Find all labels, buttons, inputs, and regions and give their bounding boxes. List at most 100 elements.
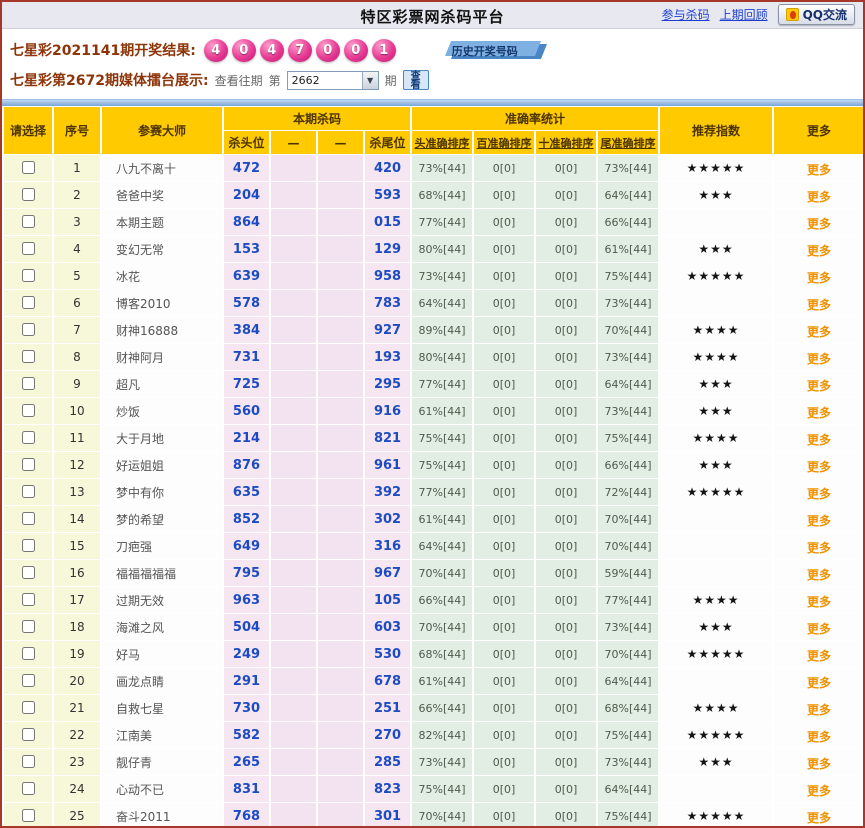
more-link[interactable]: 更多: [807, 514, 831, 528]
row-checkbox[interactable]: [21, 511, 35, 525]
kill-head-value: 504: [224, 614, 269, 640]
select-cell: [4, 290, 52, 316]
row-checkbox[interactable]: [21, 754, 35, 768]
view-past-label: 查看往期: [214, 73, 263, 88]
row-checkbox[interactable]: [21, 592, 35, 606]
tail-accuracy-value: 75%[44]: [598, 803, 659, 826]
hundred-accuracy-value: 0[0]: [474, 398, 535, 424]
view-button[interactable]: 查看: [402, 70, 429, 91]
more-link[interactable]: 更多: [807, 163, 831, 177]
row-number: 2: [54, 182, 100, 208]
more-link[interactable]: 更多: [807, 649, 831, 663]
more-link[interactable]: 更多: [807, 622, 831, 636]
more-cell: 更多: [774, 506, 863, 532]
select-cell: [4, 803, 52, 826]
kill-tail-value: 295: [365, 371, 411, 397]
join-killcode-link[interactable]: 参与杀码: [662, 6, 710, 23]
more-link[interactable]: 更多: [807, 757, 831, 771]
row-checkbox[interactable]: [21, 349, 35, 363]
more-link[interactable]: 更多: [807, 379, 831, 393]
sort-head-accuracy-link[interactable]: 头准确排序: [412, 131, 473, 154]
more-link[interactable]: 更多: [807, 433, 831, 447]
row-checkbox[interactable]: [21, 457, 35, 471]
more-link[interactable]: 更多: [807, 676, 831, 690]
row-checkbox[interactable]: [21, 808, 35, 822]
more-cell: 更多: [774, 182, 863, 208]
qq-chat-button[interactable]: QQ交流: [777, 4, 855, 25]
more-link[interactable]: 更多: [807, 217, 831, 231]
star-rating: [660, 290, 773, 316]
more-link[interactable]: 更多: [807, 352, 831, 366]
head-accuracy-value: 89%[44]: [412, 317, 473, 343]
table-row: 12 好运姐姐 876 961 75%[44] 0[0] 0[0] 66%[44…: [4, 452, 863, 478]
row-checkbox[interactable]: [21, 727, 35, 741]
table-row: 22 江南美 582 270 82%[44] 0[0] 0[0] 75%[44]…: [4, 722, 863, 748]
more-link[interactable]: 更多: [807, 460, 831, 474]
master-name: 好马: [102, 641, 222, 667]
more-link[interactable]: 更多: [807, 730, 831, 744]
more-link[interactable]: 更多: [807, 190, 831, 204]
more-link[interactable]: 更多: [807, 541, 831, 555]
sort-hundred-accuracy-link[interactable]: 百准确排序: [474, 131, 535, 154]
master-name: 心动不已: [102, 776, 222, 802]
more-link[interactable]: 更多: [807, 595, 831, 609]
row-checkbox[interactable]: [21, 241, 35, 255]
row-checkbox[interactable]: [21, 160, 35, 174]
hundred-accuracy-value: 0[0]: [474, 425, 535, 451]
draw-result-label: 七星彩2021141期开奖结果:: [10, 43, 196, 59]
row-checkbox[interactable]: [21, 187, 35, 201]
kill-head-value: 864: [224, 209, 269, 235]
row-checkbox[interactable]: [21, 295, 35, 309]
kill-head-value: 963: [224, 587, 269, 613]
period-select[interactable]: 2662 ▼: [286, 70, 379, 90]
row-checkbox[interactable]: [21, 214, 35, 228]
period-control-row: 七星彩第2672期媒体擂台展示: 查看往期 第 2662 ▼ 期 查看: [2, 67, 863, 99]
table-row: 14 梦的希望 852 302 61%[44] 0[0] 0[0] 70%[44…: [4, 506, 863, 532]
more-cell: 更多: [774, 641, 863, 667]
more-link[interactable]: 更多: [807, 244, 831, 258]
more-link[interactable]: 更多: [807, 568, 831, 582]
more-link[interactable]: 更多: [807, 703, 831, 717]
row-checkbox[interactable]: [21, 565, 35, 579]
row-checkbox[interactable]: [21, 781, 35, 795]
kill-head-value: 768: [224, 803, 269, 826]
row-checkbox[interactable]: [21, 376, 35, 390]
row-checkbox[interactable]: [21, 403, 35, 417]
star-rating: ★★★★★: [660, 641, 773, 667]
row-checkbox[interactable]: [21, 322, 35, 336]
star-rating: ★★★: [660, 398, 773, 424]
more-link[interactable]: 更多: [807, 406, 831, 420]
more-link[interactable]: 更多: [807, 784, 831, 798]
row-checkbox[interactable]: [21, 268, 35, 282]
ten-accuracy-value: 0[0]: [536, 155, 597, 181]
history-numbers-button[interactable]: 历史开奖号码: [444, 40, 547, 60]
master-name: 梦中有你: [102, 479, 222, 505]
di-label: 第: [268, 73, 281, 88]
kill-mid-cell: [318, 398, 363, 424]
contest-table: 请选择 序号 参赛大师 本期杀码 准确率统计 推荐指数 更多 杀头位 — — 杀…: [2, 106, 863, 826]
more-link[interactable]: 更多: [807, 298, 831, 312]
top-bar: 特区彩票网杀码平台 参与杀码 上期回顾 QQ交流: [2, 2, 863, 29]
kill-mid-cell: [318, 479, 363, 505]
row-checkbox[interactable]: [21, 646, 35, 660]
sort-ten-accuracy-link[interactable]: 十准确排序: [536, 131, 597, 154]
row-checkbox[interactable]: [21, 700, 35, 714]
row-checkbox[interactable]: [21, 619, 35, 633]
kill-mid-cell: [271, 398, 316, 424]
more-cell: 更多: [774, 668, 863, 694]
header-kill-group: 本期杀码: [224, 107, 411, 130]
head-accuracy-value: 73%[44]: [412, 263, 473, 289]
more-link[interactable]: 更多: [807, 271, 831, 285]
row-checkbox[interactable]: [21, 430, 35, 444]
table-row: 9 超凡 725 295 77%[44] 0[0] 0[0] 64%[44] ★…: [4, 371, 863, 397]
row-checkbox[interactable]: [21, 538, 35, 552]
row-checkbox[interactable]: [21, 673, 35, 687]
last-period-review-link[interactable]: 上期回顾: [720, 6, 768, 23]
more-link[interactable]: 更多: [807, 487, 831, 501]
more-link[interactable]: 更多: [807, 325, 831, 339]
sort-tail-accuracy-link[interactable]: 尾准确排序: [598, 131, 659, 154]
head-accuracy-value: 75%[44]: [412, 452, 473, 478]
row-checkbox[interactable]: [21, 484, 35, 498]
head-accuracy-value: 73%[44]: [412, 155, 473, 181]
more-link[interactable]: 更多: [807, 811, 831, 825]
